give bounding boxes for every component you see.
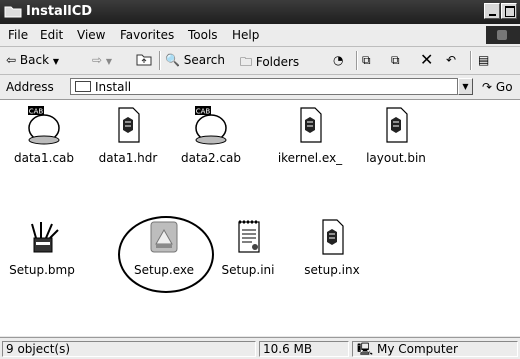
status-zone-label: My Computer (377, 342, 458, 356)
file-name: ikernel.ex_ (277, 151, 343, 165)
file-item[interactable]: ikernel.ex_ (274, 104, 346, 165)
move-to-icon: ⧉ (362, 53, 371, 67)
menu-view[interactable]: View (77, 28, 105, 42)
file-list: CAB data1.cab data1.hdr CAB data2.cab ik… (0, 100, 520, 336)
address-value: Install (95, 80, 132, 94)
back-label: Back (19, 53, 50, 67)
file-name: data2.cab (180, 151, 242, 165)
menu-file[interactable]: File (8, 28, 28, 42)
back-dropdown-icon: ▼ (52, 57, 60, 66)
move-to-button[interactable]: ⧉ (362, 53, 371, 68)
menu-help[interactable]: Help (232, 28, 259, 42)
computer-icon: 🖳 (357, 342, 374, 356)
delete-icon: ✕ (420, 50, 434, 69)
file-item[interactable]: layout.bin (360, 104, 432, 165)
file-item[interactable]: data1.hdr (92, 104, 164, 165)
maximize-button[interactable] (501, 3, 517, 19)
menu-tools[interactable]: Tools (188, 28, 218, 42)
forward-arrow-icon: ⇨ (92, 53, 103, 67)
views-button[interactable]: ▤ (478, 53, 489, 67)
document-icon (118, 107, 140, 143)
status-size: 10.6 MB (259, 341, 349, 357)
document-icon (322, 219, 344, 255)
undo-button[interactable]: ↶ (446, 53, 456, 67)
window-title: InstallCD (26, 4, 93, 19)
document-icon (386, 107, 408, 143)
minimize-button[interactable] (484, 3, 500, 19)
svg-text:CAB: CAB (196, 108, 211, 116)
toolbar-separator (159, 51, 161, 70)
history-button[interactable]: ◔ (333, 53, 343, 67)
menu-edit[interactable]: Edit (40, 28, 63, 42)
undo-icon: ↶ (446, 53, 457, 67)
title-bar[interactable]: InstallCD (0, 0, 520, 24)
highlight-circle (118, 216, 214, 293)
go-label: Go (495, 80, 513, 94)
file-item[interactable]: CAB data1.cab (8, 104, 80, 165)
history-icon: ◔ (333, 53, 344, 67)
file-name: Setup.ini (221, 263, 275, 277)
search-button[interactable]: 🔍 Search (165, 53, 225, 67)
toolbar-separator-2 (356, 51, 358, 70)
up-folder-button[interactable] (136, 53, 152, 69)
forward-dropdown-icon: ▼ (105, 57, 113, 66)
cab-icon: CAB (195, 106, 227, 145)
file-name: Setup.bmp (9, 263, 75, 277)
forward-button[interactable]: ⇨ ▼ (92, 53, 112, 67)
address-bar: Address Install ▼ ↷ Go (0, 75, 520, 100)
address-label: Address (6, 80, 54, 94)
file-item[interactable]: Setup.bmp (6, 216, 78, 277)
explorer-window: InstallCD File Edit View Favorites Tools… (0, 0, 520, 359)
address-dropdown-button[interactable]: ▼ (458, 78, 473, 95)
address-input[interactable]: Install (70, 78, 458, 95)
copy-to-button[interactable]: ⧉ (391, 53, 400, 68)
go-button[interactable]: ↷ Go (482, 80, 513, 94)
folder-icon (4, 6, 22, 18)
file-name: layout.bin (366, 151, 426, 165)
folders-label: Folders (255, 55, 300, 69)
menu-favorites[interactable]: Favorites (120, 28, 174, 42)
toolbar: ⇦ Back ▼ ⇨ ▼ 🔍 Search 🗀 Folders ◔ ⧉ ⧉ ✕ … (0, 47, 520, 75)
copy-to-icon: ⧉ (391, 53, 400, 67)
search-icon: 🔍 (165, 53, 180, 67)
delete-button[interactable]: ✕ (420, 50, 433, 69)
views-icon: ▤ (478, 53, 490, 67)
folders-icon: 🗀 (240, 55, 253, 69)
file-name: data1.hdr (98, 151, 158, 165)
back-arrow-icon: ⇦ (6, 53, 17, 67)
go-arrow-icon: ↷ (482, 80, 493, 94)
toolbar-separator-3 (470, 51, 472, 70)
menu-bar: File Edit View Favorites Tools Help (0, 24, 520, 47)
status-bar: 9 object(s) 10.6 MB 🖳 My Computer (0, 337, 520, 359)
up-folder-icon (136, 54, 152, 66)
file-item[interactable]: setup.inx (296, 216, 368, 277)
windows-logo-icon (486, 26, 520, 44)
paint-icon (31, 222, 59, 253)
file-item[interactable]: Setup.ini (212, 216, 284, 277)
cab-icon: CAB (28, 106, 60, 145)
folder-icon (75, 81, 91, 92)
file-name: data1.cab (13, 151, 75, 165)
notepad-icon (238, 220, 260, 253)
back-button[interactable]: ⇦ Back ▼ (6, 53, 59, 67)
file-name: setup.inx (304, 263, 360, 277)
svg-text:CAB: CAB (29, 108, 44, 116)
status-object-count: 9 object(s) (2, 341, 256, 357)
document-icon (300, 107, 322, 143)
folders-button[interactable]: 🗀 Folders (240, 53, 299, 74)
search-label: Search (183, 53, 226, 67)
file-item[interactable]: CAB data2.cab (175, 104, 247, 165)
status-zone: 🖳 My Computer (352, 341, 518, 357)
